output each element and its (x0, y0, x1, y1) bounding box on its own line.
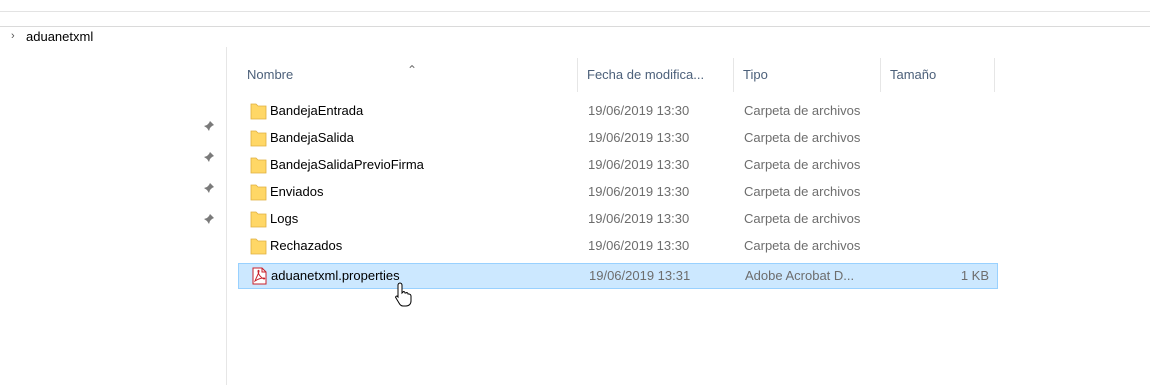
file-date: 19/06/2019 13:30 (588, 130, 690, 145)
column-header-size-label: Tamaño (890, 67, 937, 82)
file-size (888, 152, 988, 178)
address-bar[interactable]: › aduanetxml (0, 26, 1150, 47)
file-name: Enviados (270, 184, 324, 199)
file-size (888, 233, 988, 259)
file-date: 19/06/2019 13:30 (588, 211, 690, 226)
folder-icon (250, 238, 267, 255)
column-header-row: Nombre ⌃ Fecha de modifica... Tipo Tamañ… (238, 58, 998, 92)
sort-ascending-icon: ⌃ (407, 63, 418, 77)
column-header-type[interactable]: Tipo (734, 58, 881, 92)
file-date: 19/06/2019 13:30 (588, 238, 690, 253)
ribbon-divider (0, 11, 1150, 12)
file-name: BandejaSalidaPrevioFirma (270, 157, 424, 172)
file-size: 1 KB (960, 268, 989, 283)
pdf-file-icon (252, 267, 267, 285)
file-name: BandejaEntrada (270, 103, 364, 118)
file-type: Carpeta de archivos (744, 238, 861, 253)
folder-icon (250, 130, 267, 147)
column-header-date-label: Fecha de modifica... (587, 67, 705, 82)
file-size (888, 125, 988, 151)
column-header-name[interactable]: Nombre ⌃ (238, 58, 578, 92)
address-path[interactable]: aduanetxml (26, 29, 93, 44)
file-size (888, 98, 988, 124)
column-header-size[interactable]: Tamaño (881, 58, 995, 92)
list-item[interactable]: BandejaSalidaPrevioFirma 19/06/2019 13:3… (238, 152, 998, 178)
file-date: 19/06/2019 13:30 (588, 157, 690, 172)
file-name: aduanetxml.properties (271, 268, 400, 283)
file-date: 19/06/2019 13:31 (589, 268, 691, 283)
navigation-pane (0, 47, 227, 385)
file-date: 19/06/2019 13:30 (588, 184, 690, 199)
column-header-name-label: Nombre (247, 67, 294, 82)
list-item[interactable]: Logs 19/06/2019 13:30 Carpeta de archivo… (238, 206, 998, 232)
folder-icon (250, 157, 267, 174)
file-name: Rechazados (270, 238, 343, 253)
list-item[interactable]: BandejaSalida 19/06/2019 13:30 Carpeta d… (238, 125, 998, 151)
folder-icon (250, 103, 267, 120)
folder-icon (250, 184, 267, 201)
file-type: Carpeta de archivos (744, 130, 861, 145)
pin-icon[interactable] (203, 182, 215, 194)
file-type: Carpeta de archivos (744, 103, 861, 118)
folder-icon (250, 211, 267, 228)
file-name: Logs (270, 211, 299, 226)
column-header-type-label: Tipo (743, 67, 768, 82)
file-name: BandejaSalida (270, 130, 354, 145)
file-size (888, 179, 988, 205)
file-type: Adobe Acrobat D... (745, 268, 855, 283)
mouse-pointer-icon (395, 282, 412, 307)
list-item[interactable]: BandejaEntrada 19/06/2019 13:30 Carpeta … (238, 98, 998, 124)
list-item-selected[interactable]: aduanetxml.properties 19/06/2019 13:31 A… (238, 263, 998, 289)
list-item[interactable]: Enviados 19/06/2019 13:30 Carpeta de arc… (238, 179, 998, 205)
file-type: Carpeta de archivos (744, 211, 861, 226)
chevron-right-icon[interactable]: › (11, 30, 15, 42)
file-type: Carpeta de archivos (744, 184, 861, 199)
pin-icon[interactable] (203, 213, 215, 225)
pin-icon[interactable] (203, 151, 215, 163)
file-size (888, 206, 988, 232)
column-header-date[interactable]: Fecha de modifica... (578, 58, 734, 92)
file-date: 19/06/2019 13:30 (588, 103, 690, 118)
file-type: Carpeta de archivos (744, 157, 861, 172)
list-item[interactable]: Rechazados 19/06/2019 13:30 Carpeta de a… (238, 233, 998, 259)
pin-icon[interactable] (203, 120, 215, 132)
